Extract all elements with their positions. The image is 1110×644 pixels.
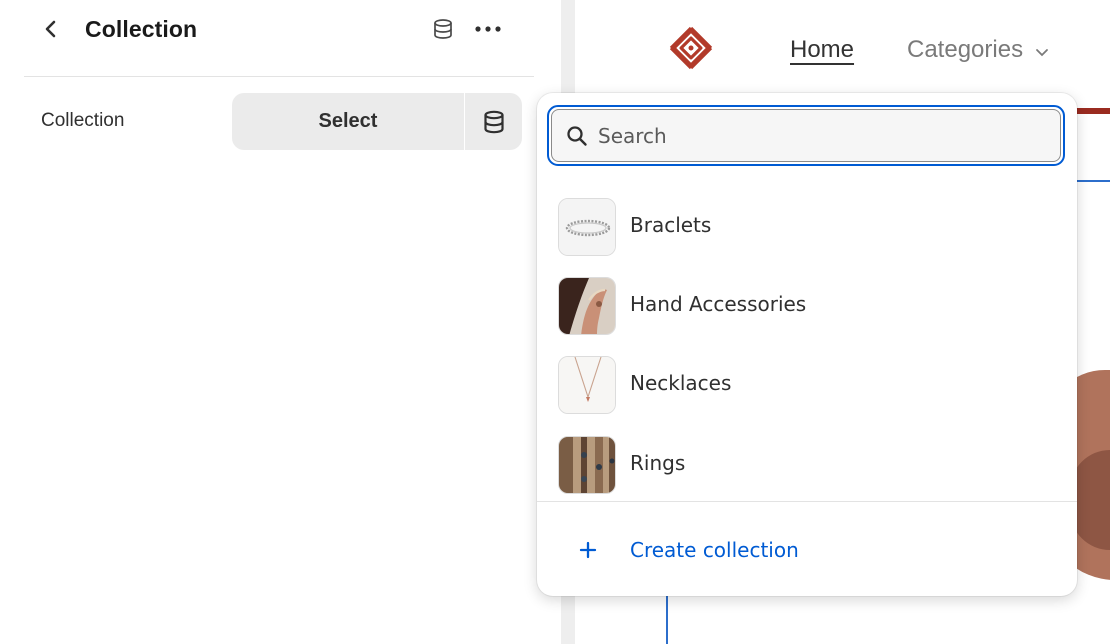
- search-field[interactable]: [551, 109, 1061, 162]
- back-button[interactable]: [38, 15, 64, 43]
- necklace-image: [558, 356, 616, 414]
- panel-title: Collection: [85, 16, 198, 42]
- collection-option-rings[interactable]: Rings: [537, 428, 1077, 500]
- nav-home-link[interactable]: Home: [790, 36, 854, 64]
- celtic-knot-logo[interactable]: [667, 24, 715, 72]
- create-collection-label: Create collection: [630, 538, 799, 562]
- collection-field-label: Collection: [41, 110, 125, 131]
- collection-option-label: Braclets: [630, 213, 712, 237]
- collection-select-button[interactable]: Select: [232, 93, 464, 150]
- collection-option-braclets[interactable]: Braclets: [537, 190, 1077, 262]
- create-collection-button[interactable]: Create collection: [537, 523, 1077, 579]
- panel-header: Collection: [24, 0, 534, 77]
- collection-option-label: Necklaces: [630, 371, 732, 395]
- nav-categories-label: Categories: [907, 36, 1024, 63]
- chevron-left-icon: [45, 20, 56, 38]
- bracelet-image: [558, 198, 616, 256]
- selection-outline-left: [666, 590, 668, 644]
- rings-image: [558, 436, 616, 494]
- search-icon: [567, 125, 587, 146]
- collection-option-hand-accessories[interactable]: Hand Accessories: [537, 269, 1077, 341]
- chevron-down-icon: [1036, 49, 1048, 57]
- connect-dynamic-source-button[interactable]: [465, 93, 522, 150]
- hand-accessories-image: [558, 277, 616, 335]
- collection-option-label: Rings: [630, 451, 686, 475]
- more-horizontal-icon: [475, 26, 501, 32]
- list-divider: [537, 501, 1077, 502]
- plus-icon: [579, 541, 597, 559]
- nav-categories-menu[interactable]: Categories: [907, 36, 1049, 64]
- collection-picker-popover: Braclets Hand Accessories Necklaces Ring…: [537, 93, 1077, 596]
- database-icon: [483, 110, 504, 133]
- more-actions-button[interactable]: [472, 18, 504, 40]
- search-focus-ring: [547, 105, 1065, 166]
- dynamic-source-button[interactable]: [432, 18, 454, 40]
- collection-option-label: Hand Accessories: [630, 292, 807, 316]
- search-input[interactable]: [598, 123, 1018, 148]
- settings-panel: Collection Collection Select: [0, 0, 561, 644]
- database-icon: [434, 19, 452, 39]
- collection-option-necklaces[interactable]: Necklaces: [537, 348, 1077, 420]
